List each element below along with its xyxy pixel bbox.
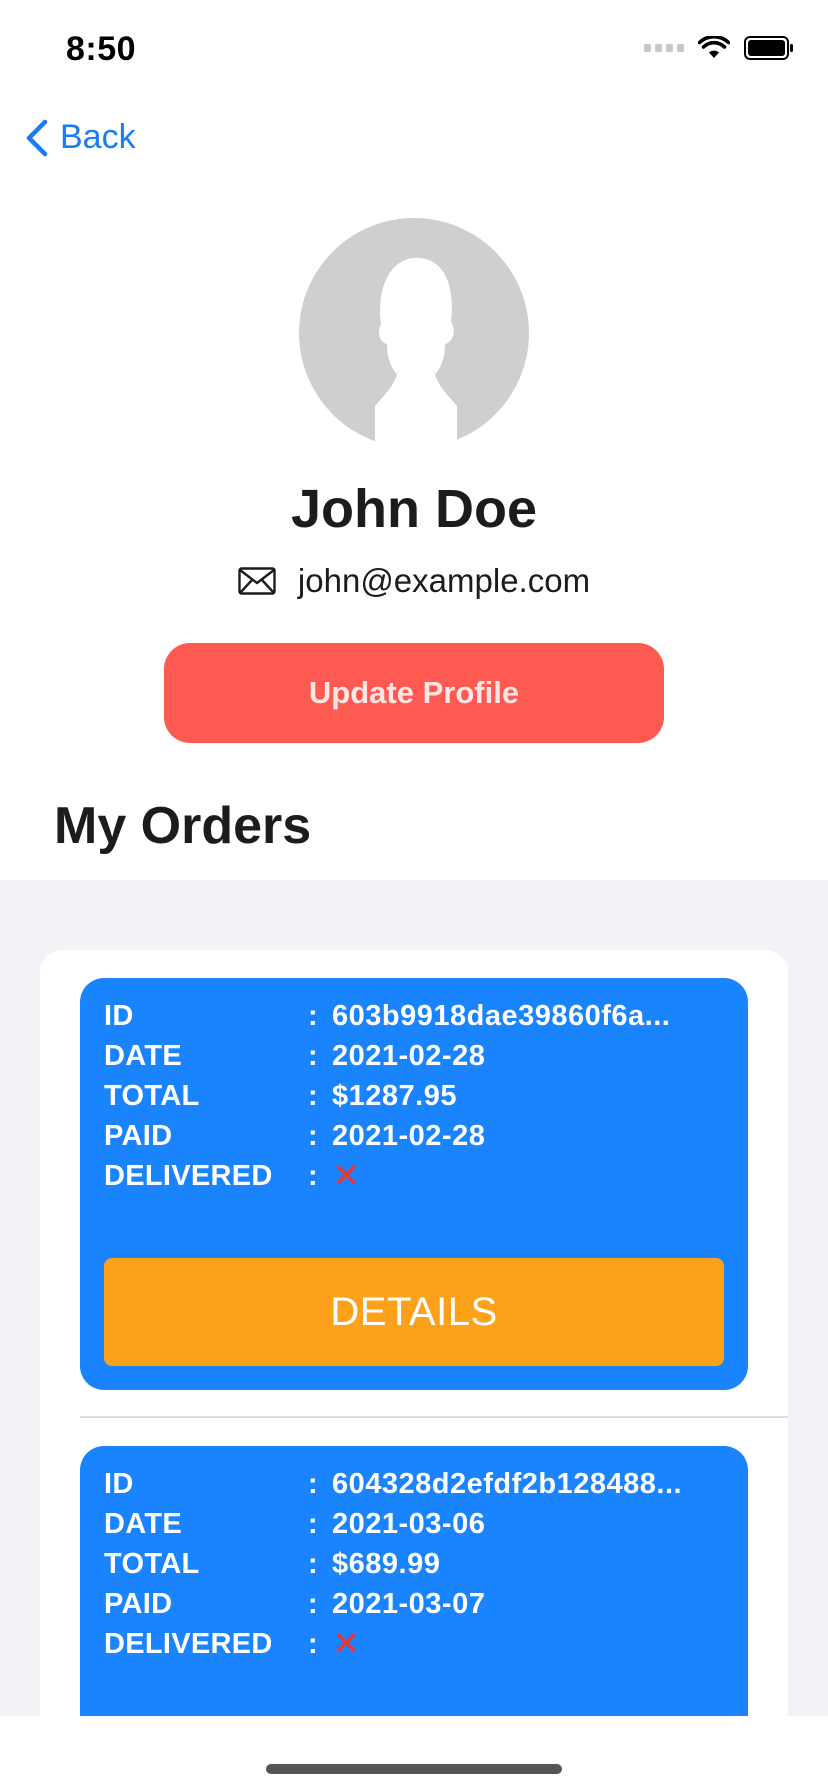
red-cross-icon: ✕ [332, 1157, 361, 1195]
paid-label: PAID [104, 1119, 173, 1152]
bottom-safe-area [0, 1716, 828, 1792]
order-delivered-row: DELIVERED : ✕ [104, 1154, 361, 1198]
colon: : [308, 1547, 318, 1580]
order-total-value: $1287.95 [332, 1079, 457, 1112]
delivered-label: DELIVERED [104, 1159, 273, 1192]
envelope-icon [238, 567, 276, 595]
id-label: ID [104, 1467, 134, 1500]
profile-name: John Doe [290, 479, 537, 539]
home-indicator[interactable] [266, 1764, 562, 1774]
order-id-value: 604328d2efdf2b128488... [332, 1467, 683, 1500]
orders-list[interactable]: ID : 603b9918dae39860f6a... DATE : 2021-… [40, 950, 788, 1716]
order-id-row: ID : 603b9918dae39860f6a... [104, 994, 670, 1038]
order-date-value: 2021-03-06 [332, 1507, 486, 1540]
order-id-row: ID : 604328d2efdf2b128488... [104, 1462, 682, 1506]
order-paid-row: PAID : 2021-02-28 [104, 1114, 485, 1158]
colon: : [308, 1507, 318, 1540]
red-cross-icon: ✕ [332, 1625, 361, 1663]
order-paid-value: 2021-03-07 [332, 1587, 486, 1620]
order-total-row: TOTAL : $1287.95 [104, 1074, 457, 1118]
back-button[interactable]: Back [24, 118, 136, 157]
colon: : [308, 1587, 318, 1620]
order-card: ID : 604328d2efdf2b128488... DATE : 2021… [80, 1446, 748, 1716]
order-date-row: DATE : 2021-02-28 [104, 1034, 485, 1078]
order-paid-row: PAID : 2021-03-07 [104, 1582, 485, 1626]
status-time: 8:50 [66, 30, 137, 68]
battery-icon [744, 36, 793, 60]
colon: : [308, 1119, 318, 1152]
colon: : [308, 1079, 318, 1112]
date-label: DATE [104, 1039, 182, 1072]
section-title-my-orders: My Orders [54, 797, 312, 855]
person-silhouette-icon [375, 257, 457, 448]
order-date-value: 2021-02-28 [332, 1039, 486, 1072]
order-paid-value: 2021-02-28 [332, 1119, 486, 1152]
colon: : [308, 1039, 318, 1072]
order-date-row: DATE : 2021-03-06 [104, 1502, 485, 1546]
colon: : [308, 999, 318, 1032]
avatar [299, 218, 529, 448]
cellular-signal-icon [644, 44, 684, 52]
paid-label: PAID [104, 1587, 173, 1620]
colon: : [308, 1467, 318, 1500]
email-row: john@example.com [0, 562, 828, 600]
back-label: Back [60, 118, 136, 156]
colon: : [308, 1627, 318, 1660]
order-total-value: $689.99 [332, 1547, 441, 1580]
colon: : [308, 1159, 318, 1192]
date-label: DATE [104, 1507, 182, 1540]
profile-email: john@example.com [297, 562, 591, 599]
order-id-value: 603b9918dae39860f6a... [332, 999, 671, 1032]
order-delivered-row: DELIVERED : ✕ [104, 1622, 361, 1666]
total-label: TOTAL [104, 1547, 200, 1580]
details-button[interactable]: DETAILS [104, 1258, 724, 1366]
order-card: ID : 603b9918dae39860f6a... DATE : 2021-… [80, 978, 748, 1390]
status-icons [644, 36, 794, 60]
update-profile-button[interactable]: Update Profile [164, 643, 664, 743]
divider [80, 1416, 788, 1418]
total-label: TOTAL [104, 1079, 200, 1112]
id-label: ID [104, 999, 134, 1032]
wifi-icon [698, 36, 730, 58]
order-total-row: TOTAL : $689.99 [104, 1542, 440, 1586]
status-bar: 8:50 [0, 0, 828, 96]
delivered-label: DELIVERED [104, 1627, 273, 1660]
chevron-left-icon [26, 119, 48, 156]
